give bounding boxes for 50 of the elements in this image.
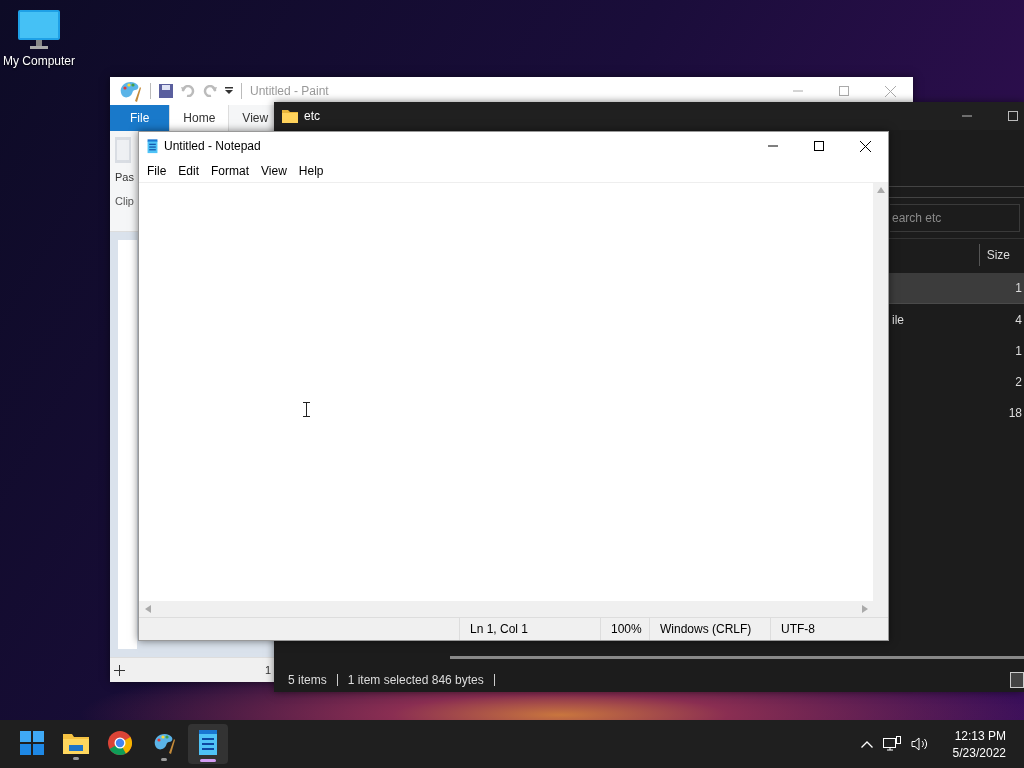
notepad-icon	[147, 138, 158, 154]
menu-item[interactable]: View	[255, 160, 293, 182]
close-icon[interactable]	[859, 140, 871, 152]
maximize-icon[interactable]	[1008, 111, 1018, 121]
status-text: 5 items	[288, 673, 327, 687]
maximize-icon[interactable]	[814, 141, 824, 151]
desktop-icon-label[interactable]: My Computer	[3, 54, 75, 68]
file-row[interactable]: 18	[889, 397, 1024, 428]
window-title: Untitled - Paint	[250, 84, 329, 98]
clock-time[interactable]: 12:13 PM	[954, 728, 1006, 743]
status-text: Windows (CRLF)	[649, 618, 770, 640]
scrollbar[interactable]	[450, 655, 1024, 659]
group-label: Clip	[115, 195, 135, 207]
palette-icon[interactable]	[152, 731, 176, 755]
file-row[interactable]: ile 4	[889, 304, 1024, 335]
status-text: Ln 1, Col 1	[459, 618, 600, 640]
network-icon[interactable]	[882, 736, 901, 752]
folder-icon[interactable]	[63, 732, 89, 754]
move-icon	[114, 664, 125, 676]
taskbar-button[interactable]	[188, 724, 228, 764]
file-row[interactable]: 1	[889, 335, 1024, 366]
windows-logo-icon[interactable]	[20, 731, 44, 755]
folder-icon	[282, 109, 298, 123]
menu-item[interactable]: Edit	[172, 160, 206, 182]
details-view-icon[interactable]	[1010, 672, 1024, 688]
status-text: UTF-8	[770, 618, 881, 640]
clock-date[interactable]: 5/23/2022	[952, 745, 1006, 760]
save-icon[interactable]	[159, 84, 173, 98]
ribbon-tab[interactable]: File	[110, 105, 170, 131]
customize-icon[interactable]	[225, 87, 233, 95]
chevron-up-icon[interactable]	[860, 740, 873, 748]
paste-button[interactable]: Pas	[115, 137, 137, 183]
volume-icon[interactable]	[910, 737, 929, 751]
file-row[interactable]: 1	[889, 273, 1024, 304]
search-field[interactable]: earch etc	[890, 204, 1020, 232]
browser-icon[interactable]	[108, 731, 132, 755]
text-cursor-icon	[303, 402, 310, 417]
status-text: 1	[265, 664, 272, 676]
column-header[interactable]: Size	[978, 244, 1010, 266]
menu-item[interactable]: Help	[292, 160, 330, 182]
menu-item[interactable]: File	[141, 160, 173, 182]
monitor-icon[interactable]	[18, 10, 60, 50]
window-title: Untitled - Notepad	[164, 139, 261, 153]
ribbon-tab[interactable]: Home	[169, 105, 230, 131]
window-title: etc	[304, 109, 320, 123]
file-row[interactable]: 2	[889, 366, 1024, 397]
status-text: 100%	[600, 618, 649, 640]
notepad-icon[interactable]	[198, 730, 218, 756]
menu-item[interactable]: Format	[205, 160, 256, 182]
status-text: 1 item selected 846 bytes	[347, 673, 484, 687]
